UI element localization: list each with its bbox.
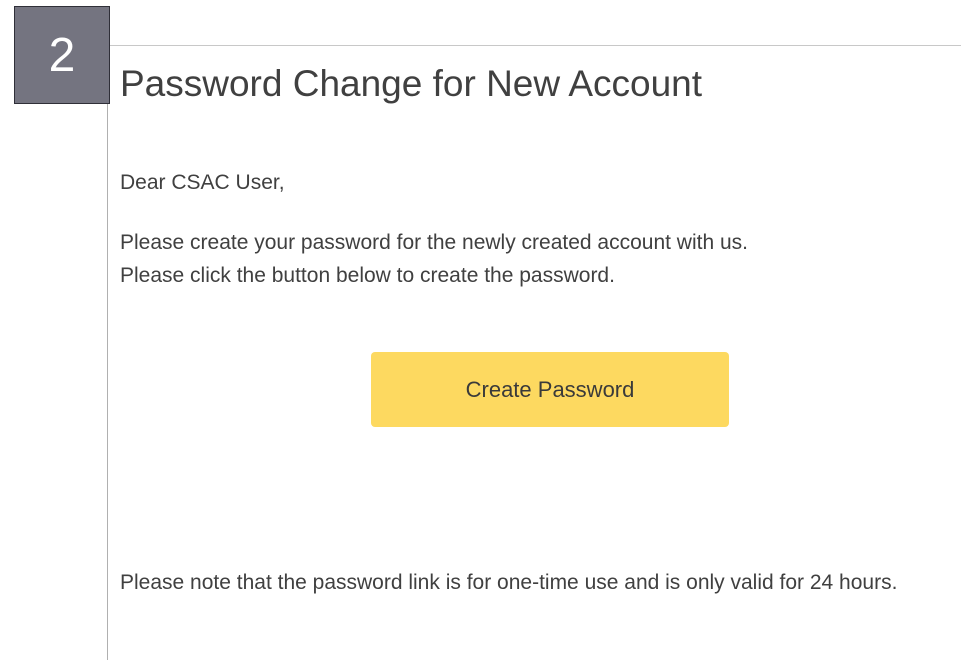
email-greeting: Dear CSAC User, — [120, 171, 285, 194]
step-number-badge: 2 — [14, 6, 110, 104]
create-password-button[interactable]: Create Password — [371, 352, 729, 427]
validity-note: Please note that the password link is fo… — [120, 571, 898, 594]
instruction-line: Please create your password for the newl… — [120, 231, 748, 254]
instruction-line: Please click the button below to create … — [120, 264, 615, 287]
content-left-border — [107, 45, 108, 660]
header-divider — [108, 45, 961, 46]
email-instructions: Please create your password for the newl… — [120, 226, 961, 292]
email-title: Password Change for New Account — [120, 63, 703, 104]
